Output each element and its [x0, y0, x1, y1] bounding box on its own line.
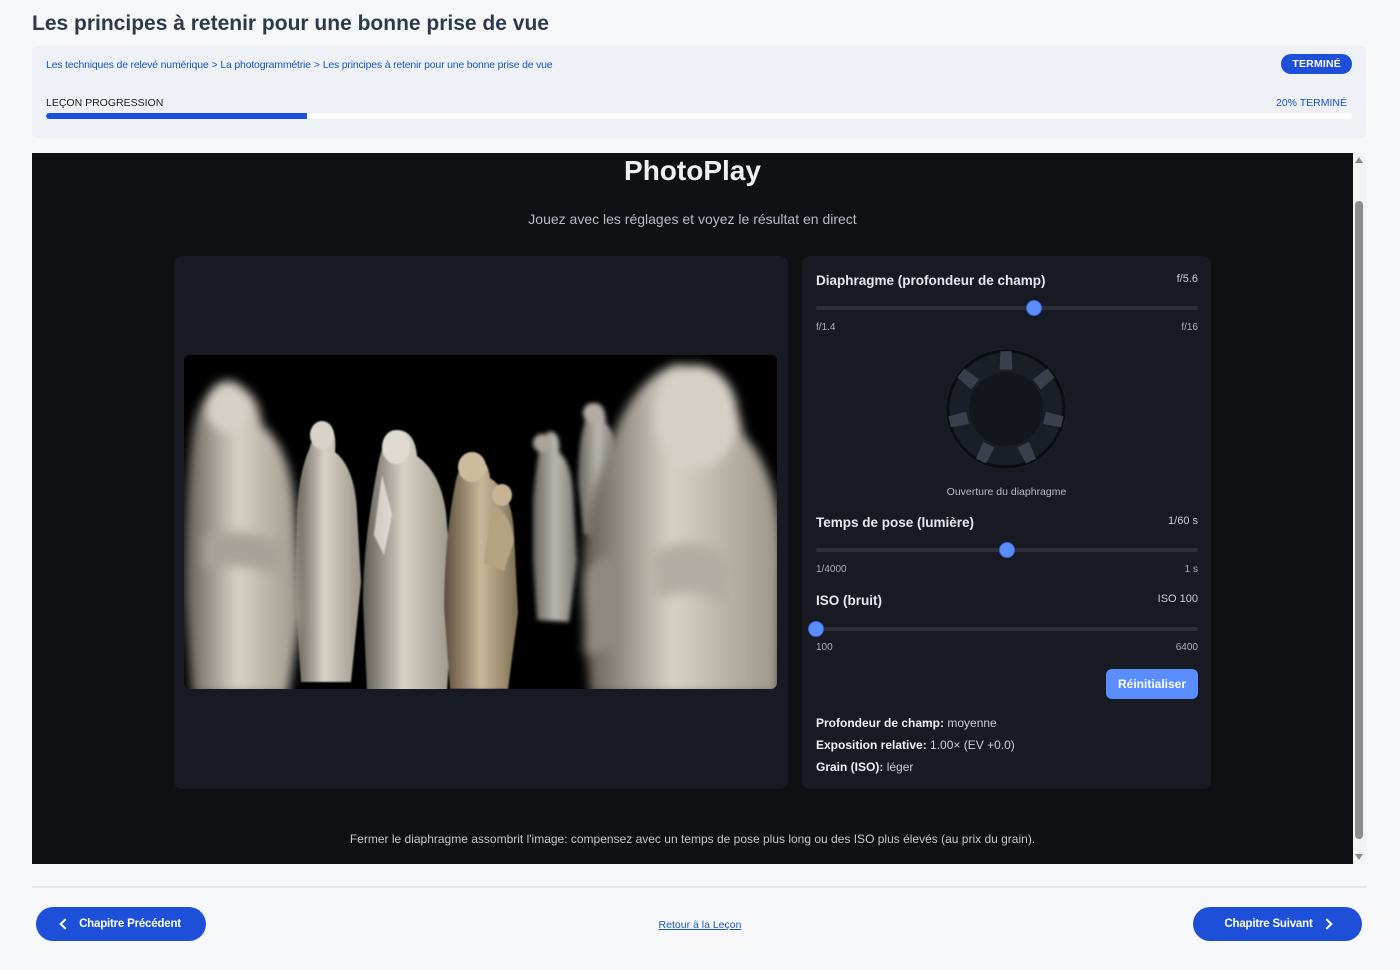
- shutter-slider-thumb[interactable]: [1000, 543, 1014, 557]
- iso-min: 100: [816, 642, 833, 653]
- stat-depth-label: Profondeur de champ:: [816, 716, 945, 730]
- statues-photo: [184, 355, 777, 689]
- stat-exposure-value: 1.00× (EV +0.0): [930, 738, 1015, 752]
- stat-exposure: Exposition relative: 1.00× (EV +0.0): [816, 738, 1015, 752]
- aperture-caption: Ouverture du diaphragme: [946, 486, 1067, 498]
- app-footnote: Fermer le diaphragme assombrit l'image: …: [349, 832, 1036, 846]
- shutter-value: 1/60 s: [1168, 515, 1198, 527]
- progress-percent: 20% TERMINÉ: [1276, 97, 1347, 109]
- breadcrumb-separator: >: [211, 59, 218, 71]
- aperture-diagram-icon: [944, 347, 1068, 471]
- iso-slider-thumb[interactable]: [809, 622, 823, 636]
- stat-grain: Grain (ISO): léger: [816, 760, 913, 774]
- status-badge: TERMINÉ: [1281, 54, 1352, 74]
- footer-divider: [32, 886, 1366, 888]
- scrollbar[interactable]: [1353, 153, 1366, 864]
- breadcrumb: Les techniques de relevé numérique > La ph…: [46, 59, 553, 71]
- aperture-label: Diaphragme (profondeur de champ): [816, 273, 1046, 288]
- photoplay-app: PhotoPlay Jouez avec les réglages et voy…: [32, 153, 1353, 864]
- app-title: PhotoPlay: [624, 155, 761, 186]
- shutter-slider[interactable]: [816, 543, 1198, 557]
- progress-bar-fill: [46, 113, 308, 119]
- back-to-lesson-link[interactable]: Retour à la Leçon: [0, 919, 1400, 931]
- chevron-right-icon: [1320, 918, 1333, 930]
- stat-depth-value: moyenne: [947, 716, 997, 730]
- breadcrumb-separator: >: [313, 59, 320, 71]
- aperture-value: f/5.6: [1176, 273, 1198, 285]
- aperture-blade: [999, 351, 1013, 370]
- breadcrumb-item-current[interactable]: Les principes à retenir pour une bonne p…: [323, 59, 553, 71]
- breadcrumb-item-techniques[interactable]: Les techniques de relevé numérique: [46, 59, 209, 71]
- shutter-max: 1 s: [1184, 564, 1198, 575]
- progress-label: LEÇON PROGRESSION: [46, 97, 164, 109]
- iso-label: ISO (bruit): [816, 593, 882, 608]
- shutter-label: Temps de pose (lumière): [816, 515, 975, 530]
- next-chapter-button[interactable]: Chapitre Suivant: [1193, 907, 1362, 941]
- aperture-slider[interactable]: [816, 301, 1198, 315]
- page-title: Les principes à retenir pour une bonne p…: [32, 12, 549, 35]
- stat-depth-of-field: Profondeur de champ: moyenne: [816, 716, 997, 730]
- iso-value: ISO 100: [1157, 593, 1198, 605]
- scroll-up-arrow-icon[interactable]: [1355, 157, 1363, 163]
- aperture-max: f/16: [1181, 322, 1198, 333]
- aperture-min: f/1.4: [816, 322, 836, 333]
- preview-image: [184, 355, 777, 689]
- app-subtitle: Jouez avec les réglages et voyez le résu…: [528, 211, 857, 227]
- stat-exposure-label: Exposition relative:: [816, 738, 927, 752]
- iso-slider[interactable]: [809, 622, 1198, 636]
- shutter-min: 1/4000: [816, 564, 847, 575]
- stat-grain-value: léger: [886, 760, 914, 774]
- preview-panel: [174, 256, 788, 789]
- aperture-slider-thumb[interactable]: [1026, 301, 1041, 315]
- stat-grain-label: Grain (ISO):: [816, 760, 884, 774]
- next-chapter-label: Chapitre Suivant: [1224, 918, 1313, 930]
- scrollbar-thumb[interactable]: [1355, 201, 1363, 839]
- breadcrumb-item-photogrammetrie[interactable]: La photogrammétrie: [220, 59, 311, 71]
- iso-max: 6400: [1175, 642, 1198, 653]
- controls-panel: Diaphragme (profondeur de champ) f/5.6 f…: [802, 256, 1211, 789]
- progress-bar: [46, 113, 1352, 119]
- reset-button[interactable]: Réinitialiser: [1106, 669, 1198, 699]
- scroll-down-arrow-icon[interactable]: [1355, 854, 1363, 860]
- lesson-progress-panel: Les techniques de relevé numérique > La ph…: [32, 46, 1366, 138]
